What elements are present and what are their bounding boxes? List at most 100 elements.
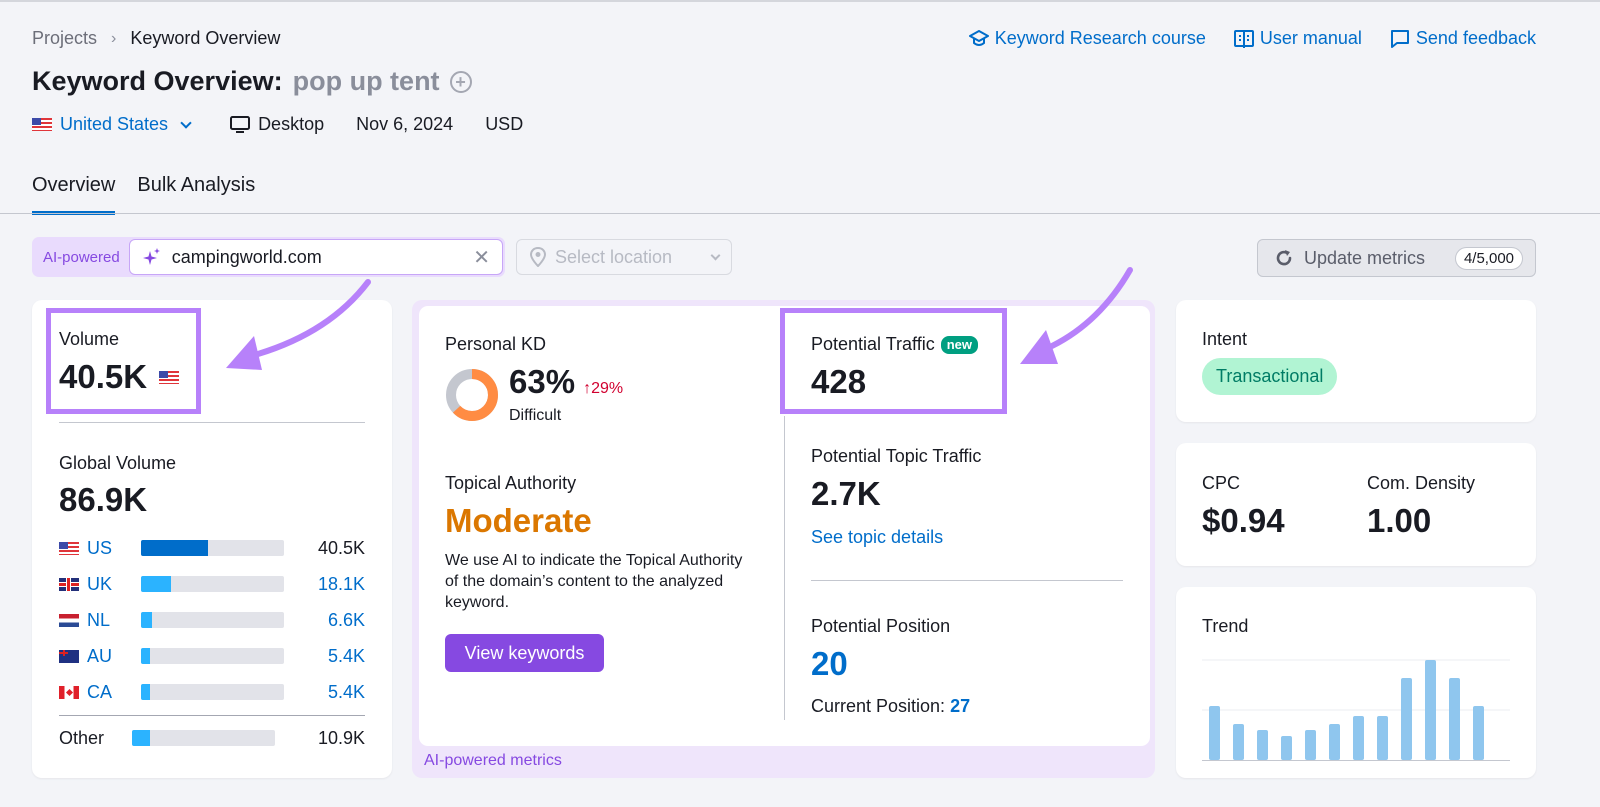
ai-domain-search: AI-powered campingworld.com ✕: [32, 237, 505, 277]
new-badge: new: [940, 335, 979, 354]
send-feedback-link[interactable]: Send feedback: [1390, 28, 1536, 49]
country-label: United States: [60, 114, 169, 134]
country-volume-bar: [141, 540, 284, 556]
country-row-uk[interactable]: UK 18.1K: [59, 572, 365, 596]
other-value: 10.9K: [317, 727, 365, 748]
country-row-other: Other 10.9K: [59, 726, 365, 750]
potential-position-label: Potential Position: [811, 616, 951, 636]
trend-bar: [1401, 678, 1412, 760]
top-links: Keyword Research course User manual Send…: [968, 28, 1536, 49]
cpc-label: CPC: [1202, 473, 1241, 493]
country-code[interactable]: UK: [87, 574, 141, 595]
trend-label: Trend: [1202, 616, 1249, 636]
user-manual-link[interactable]: User manual: [1233, 28, 1362, 49]
country-volume-value[interactable]: 6.6K: [328, 610, 365, 631]
update-metrics-button[interactable]: Update metrics 4/5,000: [1257, 239, 1536, 277]
personal-kd-value: 63%: [509, 363, 576, 400]
personal-kd-label: Personal KD: [445, 334, 547, 354]
potential-topic-traffic-value: 2.7K: [811, 475, 881, 512]
graduation-cap-icon: [968, 29, 989, 46]
country-volume-value[interactable]: 5.4K: [328, 682, 365, 703]
current-position-value[interactable]: 27: [950, 696, 970, 716]
page-title-keyword: pop up tent: [292, 66, 440, 96]
country-volume-bar-fill: [141, 684, 150, 700]
refresh-icon: [1276, 250, 1292, 266]
see-topic-details-link[interactable]: See topic details: [811, 527, 943, 548]
tab-bar: Overview Bulk Analysis: [32, 174, 255, 215]
topical-authority-value: Moderate: [445, 502, 592, 539]
location-pin-icon: [529, 247, 547, 267]
country-volume-bar-fill: [141, 576, 172, 592]
domain-input[interactable]: campingworld.com ✕: [128, 239, 503, 275]
country-volume-bar: [141, 684, 284, 700]
breadcrumb-current: Keyword Overview: [130, 28, 281, 48]
breadcrumb-projects-link[interactable]: Projects: [32, 28, 97, 49]
device-selector[interactable]: Desktop: [230, 114, 324, 135]
country-volume-bar-fill: [141, 648, 150, 664]
update-metrics-count: 4/5,000: [1454, 246, 1523, 270]
close-icon[interactable]: ✕: [473, 245, 490, 270]
trend-bar: [1473, 706, 1484, 760]
ai-metrics-column-divider: [784, 416, 785, 720]
device-label: Desktop: [258, 114, 325, 134]
trend-bar: [1257, 730, 1268, 760]
country-row-us[interactable]: US 40.5K: [59, 536, 365, 560]
volume-label: Volume: [59, 329, 120, 349]
volume-value-wrap: 40.5K: [59, 358, 180, 396]
com-density-label: Com. Density: [1367, 473, 1476, 493]
us-flag-icon: [59, 541, 79, 555]
country-volume-bar: [141, 648, 284, 664]
keyword-research-course-label: Keyword Research course: [994, 28, 1206, 48]
country-code[interactable]: CA: [87, 682, 141, 703]
country-row-au[interactable]: AU 5.4K: [59, 644, 365, 668]
country-row-ca[interactable]: CA 5.4K: [59, 680, 365, 704]
topical-authority-label: Topical Authority: [445, 473, 577, 493]
location-select[interactable]: Select location: [516, 239, 732, 275]
country-volume-value[interactable]: 18.1K: [318, 574, 365, 595]
book-icon: [1233, 29, 1254, 48]
trend-bar: [1425, 660, 1436, 760]
location-placeholder: Select location: [555, 246, 673, 267]
trend-bar: [1209, 706, 1220, 760]
keyword-research-course-link[interactable]: Keyword Research course: [968, 28, 1206, 49]
page-title: Keyword Overview: pop up tent +: [32, 66, 472, 97]
kd-donut-chart: [446, 369, 498, 421]
tabs-divider: [0, 213, 1600, 214]
country-code[interactable]: NL: [87, 610, 141, 631]
send-feedback-label: Send feedback: [1415, 28, 1536, 48]
plus-circle-icon[interactable]: +: [449, 70, 472, 93]
ai-metrics-footer: AI-powered metrics: [424, 752, 562, 769]
intent-badge: Transactional: [1202, 358, 1338, 395]
au-flag-icon: [59, 649, 79, 663]
potential-position-value: 20: [811, 645, 848, 682]
us-flag-icon: [32, 118, 52, 131]
breadcrumb-separator-icon: ›: [111, 29, 117, 47]
potential-traffic-label-wrap: Potential Traffic new: [811, 334, 979, 355]
ca-flag-icon: [59, 685, 79, 699]
intent-label: Intent: [1202, 329, 1248, 349]
potential-topic-traffic-label: Potential Topic Traffic: [811, 446, 982, 466]
potential-traffic-label: Potential Traffic: [811, 334, 935, 354]
tab-bulk-analysis[interactable]: Bulk Analysis: [137, 174, 255, 215]
country-code[interactable]: US: [87, 538, 141, 559]
country-volume-value[interactable]: 5.4K: [328, 646, 365, 667]
date-selector[interactable]: Nov 6, 2024: [356, 114, 453, 135]
cpc-value: $0.94: [1202, 502, 1285, 539]
personal-kd-value-wrap: 63% ↑29%: [509, 363, 623, 401]
country-row-nl[interactable]: NL 6.6K: [59, 608, 365, 632]
uk-flag-icon: [59, 577, 79, 591]
view-keywords-button[interactable]: View keywords: [445, 634, 604, 672]
nl-flag-icon: [59, 613, 79, 627]
tab-overview[interactable]: Overview: [32, 174, 116, 215]
other-bar: [132, 730, 275, 746]
chevron-down-icon: [710, 250, 721, 260]
country-selector[interactable]: United States: [32, 114, 192, 135]
country-volume-bar-fill: [141, 540, 209, 556]
country-code[interactable]: AU: [87, 646, 141, 667]
trend-bar: [1353, 716, 1364, 760]
chevron-down-icon: [180, 116, 192, 129]
personal-kd-delta: ↑29%: [583, 380, 624, 397]
country-volume-bar-fill: [141, 612, 152, 628]
trend-bar: [1329, 724, 1340, 760]
other-divider: [59, 715, 365, 716]
